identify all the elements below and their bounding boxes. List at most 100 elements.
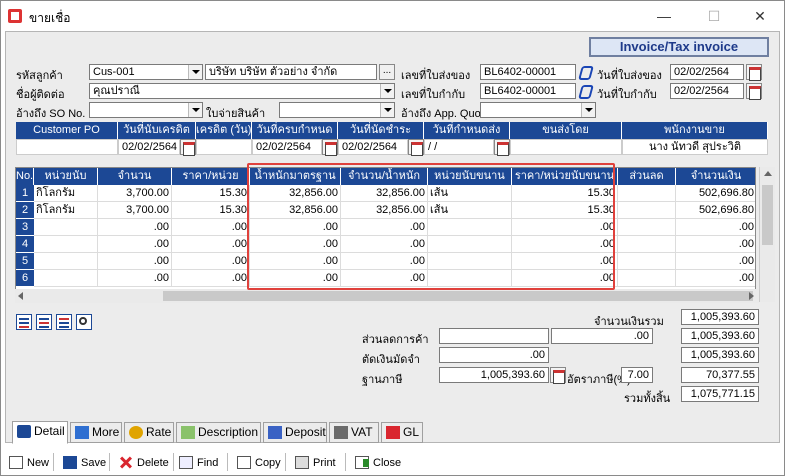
grid-cell-amount[interactable]: 502,696.80: [676, 202, 755, 219]
shipper-field[interactable]: [510, 139, 622, 155]
tax-date-field[interactable]: 02/02/2564: [670, 83, 744, 99]
vertical-scroll-thumb[interactable]: [762, 185, 773, 245]
print-button[interactable]: Print: [295, 455, 336, 471]
minimize-button[interactable]: —: [641, 1, 687, 31]
tab-rate[interactable]: Rate: [124, 422, 174, 443]
grid-cell-unit[interactable]: [34, 219, 98, 236]
grid-cell-unit[interactable]: กิโลกรัม: [34, 202, 98, 219]
customer-code-combo[interactable]: Cus-001: [89, 64, 203, 80]
new-button[interactable]: New: [9, 455, 49, 471]
tab-description[interactable]: Description: [176, 422, 261, 443]
ship-date-field[interactable]: / /: [424, 139, 494, 155]
save-button[interactable]: Save: [63, 455, 106, 471]
add-row-icon[interactable]: [36, 314, 52, 330]
grid-cell-discount[interactable]: [618, 219, 676, 236]
delivery-date-calendar-icon[interactable]: [746, 64, 762, 81]
pay-date-calendar-icon[interactable]: [408, 139, 424, 156]
goods-slip-combo[interactable]: [279, 102, 395, 118]
grid-cell-qty[interactable]: .00: [98, 219, 172, 236]
delete-button[interactable]: Delete: [119, 455, 169, 471]
grid-cell-qty[interactable]: 3,700.00: [98, 202, 172, 219]
grid-horizontal-scrollbar[interactable]: [15, 289, 759, 303]
grid-cell-price[interactable]: .00: [172, 270, 250, 287]
grid-cell-amount[interactable]: 502,696.80: [676, 185, 755, 202]
grid-cell-price[interactable]: .00: [172, 236, 250, 253]
credit-start-calendar-icon[interactable]: [180, 139, 196, 156]
grid-cell-price[interactable]: 15.30: [172, 185, 250, 202]
due-date-field[interactable]: 02/02/2564: [252, 139, 322, 155]
delete-row-icon[interactable]: [56, 314, 72, 330]
grid-cell-discount[interactable]: [618, 185, 676, 202]
find-button[interactable]: Find: [179, 455, 218, 471]
row-number[interactable]: 4: [16, 236, 34, 253]
scroll-left-icon[interactable]: [18, 292, 23, 300]
scroll-right-icon[interactable]: [749, 292, 754, 300]
tab-gl[interactable]: GL: [381, 422, 423, 443]
grid-cell-amount[interactable]: .00: [676, 270, 755, 287]
row-number[interactable]: 3: [16, 219, 34, 236]
pay-date-field[interactable]: 02/02/2564: [338, 139, 408, 155]
tab-deposit[interactable]: Deposit: [263, 422, 327, 443]
grid-cell-unit[interactable]: [34, 270, 98, 287]
tax-base-field[interactable]: 1,005,393.60: [439, 367, 549, 383]
customer-po-field[interactable]: [16, 139, 118, 155]
contact-dropdown-icon[interactable]: [380, 84, 394, 98]
customer-code-dropdown-icon[interactable]: [188, 65, 202, 79]
tab-more[interactable]: More: [70, 422, 122, 443]
contact-combo[interactable]: คุณปราณี: [89, 83, 395, 99]
grid-cell-amount[interactable]: .00: [676, 219, 755, 236]
delivery-no-field[interactable]: BL6402-00001: [480, 64, 576, 80]
tax-no-search-icon[interactable]: [577, 83, 593, 99]
goods-slip-dropdown-icon[interactable]: [380, 103, 394, 117]
grid-cell-qty[interactable]: .00: [98, 253, 172, 270]
scroll-up-icon[interactable]: [764, 171, 772, 176]
grid-cell-qty[interactable]: .00: [98, 270, 172, 287]
so-ref-combo[interactable]: [89, 102, 203, 118]
grid-cell-qty[interactable]: .00: [98, 236, 172, 253]
grid-cell-discount[interactable]: [618, 270, 676, 287]
so-ref-dropdown-icon[interactable]: [188, 103, 202, 117]
row-number[interactable]: 1: [16, 185, 34, 202]
grid-cell-price[interactable]: .00: [172, 219, 250, 236]
credit-start-field[interactable]: 02/02/2564: [118, 139, 180, 155]
vat-rate-field[interactable]: 7.00: [621, 367, 653, 383]
customer-lookup-button[interactable]: ...: [379, 64, 395, 80]
quo-ref-combo[interactable]: [480, 102, 596, 118]
trade-discount-input[interactable]: [439, 328, 549, 344]
credit-days-field[interactable]: [196, 139, 252, 155]
ship-date-calendar-icon[interactable]: [494, 139, 510, 156]
deposit-amount-field[interactable]: .00: [439, 347, 549, 363]
grid-cell-discount[interactable]: [618, 202, 676, 219]
customer-name-field[interactable]: บริษัท บริษัท ตัวอย่าง จำกัด: [205, 64, 377, 80]
horizontal-scroll-thumb[interactable]: [163, 291, 753, 301]
grid-cell-discount[interactable]: [618, 236, 676, 253]
grid-cell-discount[interactable]: [618, 253, 676, 270]
grid-cell-amount[interactable]: .00: [676, 236, 755, 253]
tax-no-field[interactable]: BL6402-00001: [480, 83, 576, 99]
insert-row-icon[interactable]: [16, 314, 32, 330]
tab-detail[interactable]: Detail: [12, 421, 68, 444]
row-number[interactable]: 5: [16, 253, 34, 270]
grid-cell-price[interactable]: 15.30: [172, 202, 250, 219]
due-date-calendar-icon[interactable]: [322, 139, 338, 156]
grid-cell-unit[interactable]: กิโลกรัม: [34, 185, 98, 202]
tax-date-calendar-icon[interactable]: [746, 83, 762, 100]
grid-cell-unit[interactable]: [34, 253, 98, 270]
grid-cell-qty[interactable]: 3,700.00: [98, 185, 172, 202]
zoom-grid-icon[interactable]: [76, 314, 92, 330]
row-number[interactable]: 6: [16, 270, 34, 287]
delivery-no-search-icon[interactable]: [577, 64, 593, 80]
close-button[interactable]: Close: [355, 455, 401, 471]
tab-vat[interactable]: VAT: [329, 422, 379, 443]
grid-vertical-scrollbar[interactable]: [759, 167, 775, 302]
delivery-date-field[interactable]: 02/02/2564: [670, 64, 744, 80]
close-window-button[interactable]: ✕: [737, 1, 783, 31]
row-number[interactable]: 2: [16, 202, 34, 219]
salesperson-field[interactable]: นาง นัทวดี สุประวิติ: [622, 139, 768, 155]
copy-button[interactable]: Copy: [237, 455, 281, 471]
maximize-button[interactable]: ☐: [691, 1, 737, 31]
quo-ref-dropdown-icon[interactable]: [581, 103, 595, 117]
grid-cell-price[interactable]: .00: [172, 253, 250, 270]
tax-base-calc-icon[interactable]: [550, 367, 566, 384]
grid-cell-amount[interactable]: .00: [676, 253, 755, 270]
